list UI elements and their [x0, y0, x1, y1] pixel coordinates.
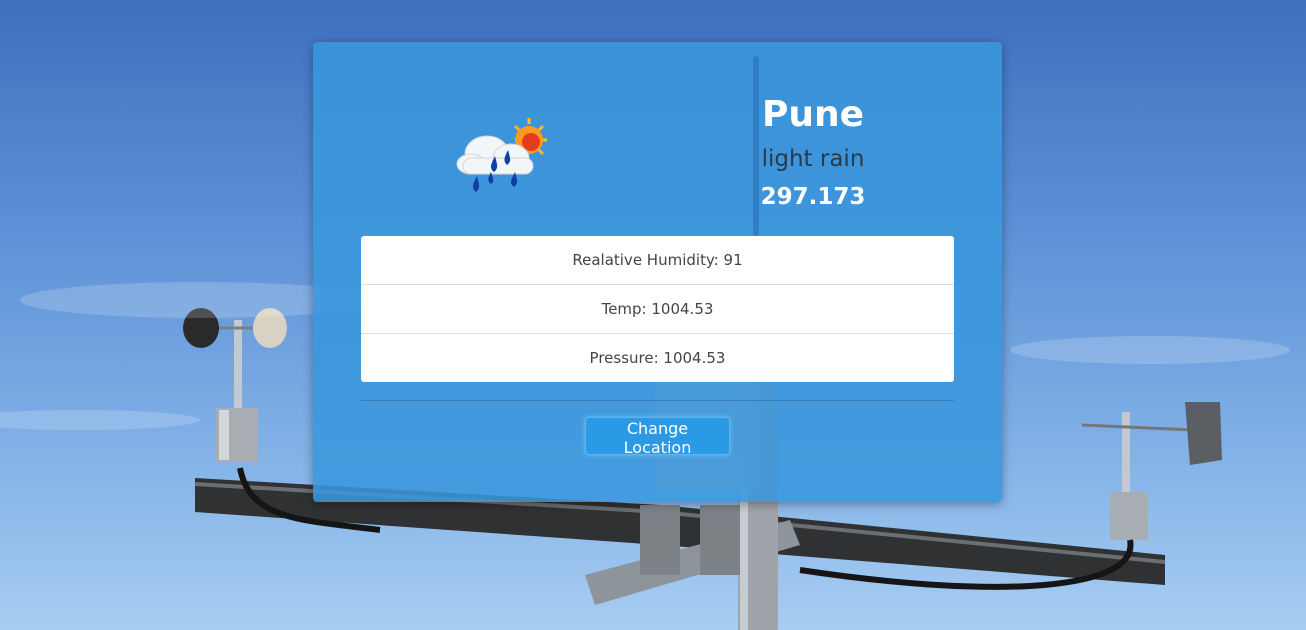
- pressure-item: Pressure: 1004.53: [589, 349, 726, 367]
- humidity-item: Realative Humidity: 91: [361, 236, 954, 285]
- horizontal-divider: [361, 400, 954, 401]
- temp-item: Temp: 1004.53: [361, 285, 954, 334]
- change-location-button[interactable]: Change Location: [585, 417, 730, 457]
- weather-description: light rain: [761, 146, 865, 172]
- weather-card: Pune light rain 297.173 Realative Humidi…: [313, 42, 1002, 502]
- light-rain-cloud-sun-icon: [451, 116, 551, 196]
- temperature-value: 297.173: [760, 184, 866, 210]
- weather-details-list: Realative Humidity: 91 Temp: 1004.53 Pre…: [361, 236, 954, 382]
- city-name: Pune: [761, 94, 865, 135]
